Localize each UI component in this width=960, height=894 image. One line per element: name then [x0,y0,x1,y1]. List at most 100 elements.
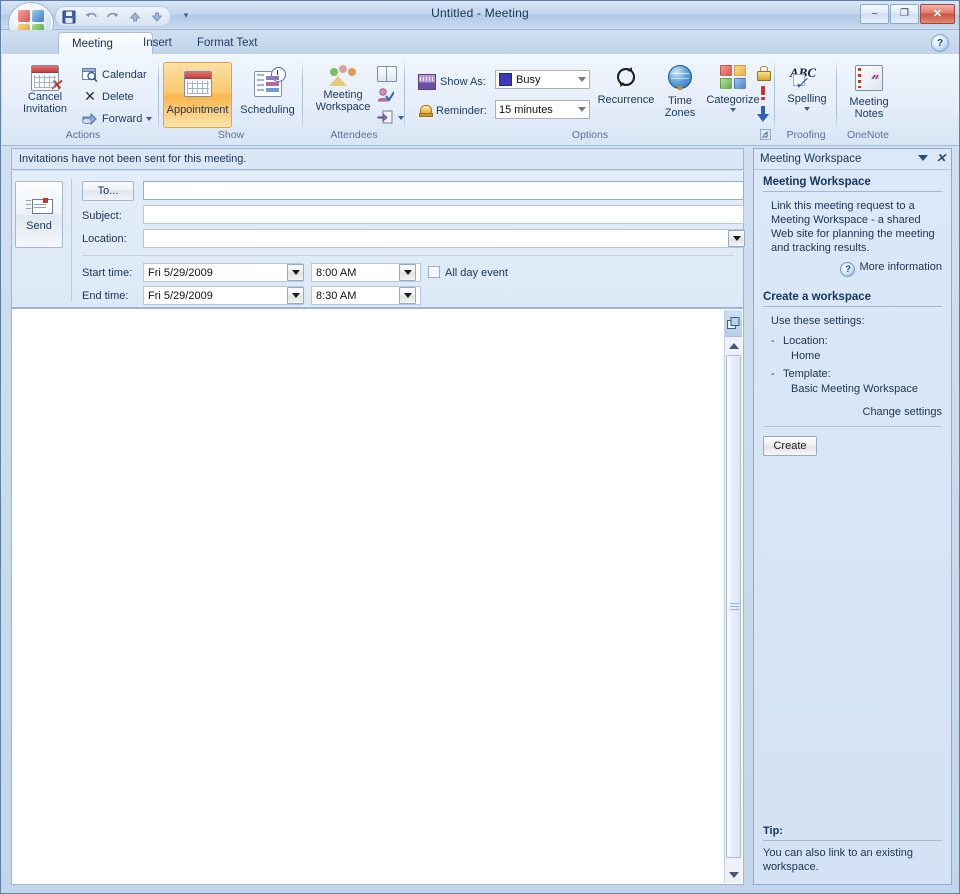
minimize-button[interactable]: – [860,4,889,24]
time-zones-icon [668,65,692,89]
forward-icon [82,112,98,126]
reminder-dropdown[interactable]: 15 minutes [495,100,590,119]
start-date-dropdown-button[interactable] [287,264,304,281]
response-options-button[interactable] [374,108,407,127]
start-date-input[interactable] [143,263,303,282]
time-zones-button[interactable]: Time Zones [655,62,705,120]
options-dialog-launcher[interactable] [760,129,771,140]
task-pane-title-bar: Meeting Workspace ✕ [754,149,951,170]
end-date-input[interactable] [143,286,303,305]
low-importance-icon [757,106,769,122]
meeting-notes-label-2: Notes [855,108,884,120]
body-vertical-scrollbar[interactable] [724,310,742,883]
maximize-button[interactable]: ❐ [890,4,919,24]
scroll-down-button[interactable] [726,867,741,882]
categorize-icon [720,65,746,89]
info-bar-message: Invitations have not been sent for this … [19,153,246,165]
high-importance-button[interactable] [755,84,771,102]
scroll-up-button[interactable] [726,338,741,353]
to-input[interactable] [143,181,744,200]
tab-format-text[interactable]: Format Text [184,32,271,54]
scroll-thumb[interactable] [726,355,741,858]
meeting-workspace-task-pane: Meeting Workspace ✕ Meeting Workspace Li… [753,148,952,885]
meeting-workspace-button[interactable]: Meeting Workspace [311,62,375,114]
forward-button[interactable]: Forward [79,110,155,128]
spelling-label: Spelling [787,93,826,105]
ribbon-group-onenote: 𝓷 Meeting Notes OneNote [837,56,899,142]
address-book-button[interactable] [374,64,400,84]
end-date-dropdown-button[interactable] [287,287,304,304]
meeting-notes-button[interactable]: 𝓷 Meeting Notes [841,62,897,121]
show-as-chevron-down-icon[interactable] [578,77,586,82]
send-label: Send [26,220,52,232]
show-as-dropdown[interactable]: Busy [495,70,590,89]
attachment-pane-icon[interactable] [725,310,742,337]
spelling-button[interactable]: ABC✓ Spelling [780,62,834,112]
section-heading-meeting-workspace: Meeting Workspace [763,176,942,192]
cancel-invitation-icon: ✕ [31,65,59,91]
ribbon-group-options-label: Options [405,129,775,141]
use-settings-label: Use these settings: [771,314,942,328]
change-settings-link[interactable]: Change settings [763,406,942,418]
forward-caret-icon[interactable] [146,117,152,121]
close-icon: ✕ [933,9,942,20]
meeting-body-input[interactable] [14,311,723,882]
meeting-notes-icon: 𝓷 [855,65,883,91]
calendar-button[interactable]: Calendar [79,66,150,84]
more-information-label: More information [859,261,942,273]
high-importance-icon [758,86,768,100]
check-names-button[interactable] [374,86,397,105]
ribbon-group-attendees: Meeting Workspace Attendees [303,56,405,142]
show-as-row: Show As: [415,72,489,92]
show-as-color-swatch [499,73,512,86]
tab-insert[interactable]: Insert [130,32,185,54]
ribbon-group-options: Show As: Busy Reminder: 15 minutes Recur… [405,56,775,142]
address-book-icon [377,66,397,82]
close-button[interactable]: ✕ [920,4,955,24]
show-as-icon [418,74,436,90]
low-importance-button[interactable] [754,104,772,124]
reminder-row: Reminder: [415,102,490,120]
meeting-notes-label-1: Meeting [849,96,888,108]
appointment-button[interactable]: Appointment [163,62,232,128]
time-zones-label-2: Zones [665,107,696,119]
to-button[interactable]: To... [82,181,134,201]
task-pane-close-icon[interactable]: ✕ [936,153,946,163]
all-day-event-checkbox[interactable] [428,266,440,278]
private-button[interactable] [754,64,772,81]
maximize-icon: ❐ [900,9,909,19]
task-pane-chevron-down-icon[interactable] [918,155,928,161]
cancel-invitation-button[interactable]: ✕ Cancel Invitation [15,62,75,116]
workspace-location-label: Location: [783,335,828,347]
end-time-dropdown-button[interactable] [399,287,416,304]
tab-insert-label: Insert [143,37,172,49]
window-title: Untitled - Meeting [1,6,959,20]
reminder-chevron-down-icon[interactable] [578,107,586,112]
recurrence-icon [614,65,638,89]
delete-icon: ✕ [82,90,98,104]
time-zones-label-1: Time [668,95,692,107]
location-input[interactable] [143,229,744,248]
check-names-icon [377,88,394,103]
calendar-icon [82,68,98,82]
workspace-template-value: Basic Meeting Workspace [791,382,942,396]
recurrence-button[interactable]: Recurrence [595,62,657,107]
subject-input[interactable] [143,205,744,224]
delete-button[interactable]: ✕ Delete [79,88,137,106]
ribbon-group-proofing-label: Proofing [775,129,837,141]
end-time-label: End time: [82,290,128,302]
start-time-dropdown-button[interactable] [399,264,416,281]
categorize-caret-icon[interactable] [730,108,736,112]
scheduling-button[interactable]: Scheduling [233,62,302,128]
response-options-icon [377,110,394,125]
create-workspace-button[interactable]: Create [763,436,817,456]
more-information-link[interactable]: ?More information [763,261,942,277]
window-controls: – ❐ ✕ [860,4,955,24]
send-button[interactable]: Send [15,181,63,248]
section-heading-create-workspace: Create a workspace [763,291,942,307]
spelling-caret-icon[interactable] [804,107,810,111]
help-icon[interactable]: ? [931,34,949,52]
location-dropdown-button[interactable] [728,230,745,247]
send-icon [26,197,52,215]
all-day-event-label: All day event [445,267,508,279]
